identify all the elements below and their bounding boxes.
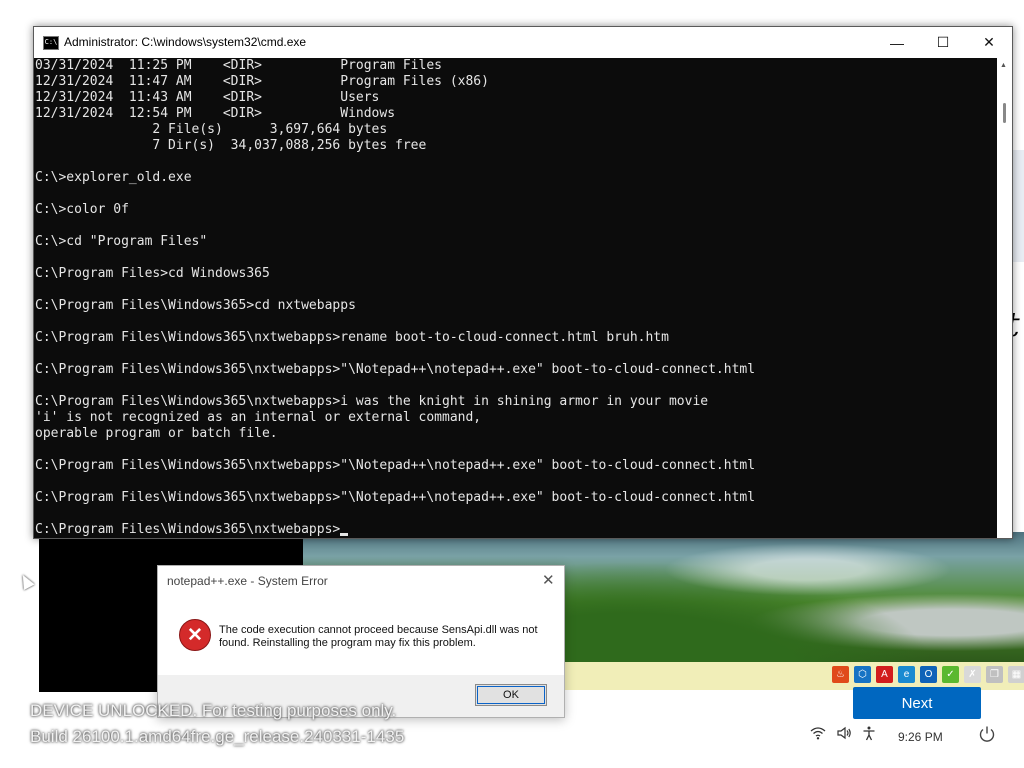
console-line: 12/31/2024 11:43 AM <DIR> Users bbox=[35, 90, 380, 105]
console-prompt-text: C:\Program Files\Windows365\nxtwebapps> bbox=[35, 522, 341, 537]
cmd-app-icon: C:\ bbox=[43, 36, 59, 50]
dialog-title: notepad++.exe - System Error bbox=[167, 574, 328, 588]
dialog-close-icon[interactable]: ✕ bbox=[542, 571, 555, 589]
dialog-message: The code execution cannot proceed becaus… bbox=[219, 624, 538, 649]
ie-icon[interactable]: e bbox=[898, 666, 915, 683]
cmd-scrollbar[interactable]: ▲ bbox=[997, 58, 1012, 538]
tray-icons: ♨ ⬡ Ae O ✓ ✗ ❐ ▦ bbox=[832, 666, 1024, 683]
minimize-button[interactable]: — bbox=[874, 27, 920, 58]
x-window-icon[interactable]: ✗ bbox=[964, 666, 981, 683]
console-line: 2 File(s) 3,697,664 bytes bbox=[35, 122, 388, 137]
close-button[interactable]: ✕ bbox=[966, 27, 1012, 58]
console-prompt[interactable]: C:\Program Files\Windows365\nxtwebapps> bbox=[35, 522, 995, 538]
acrobat-icon[interactable]: A bbox=[876, 666, 893, 683]
console-line: operable program or batch file. bbox=[35, 426, 278, 441]
console-line: 03/31/2024 11:25 PM <DIR> Program Files bbox=[35, 58, 442, 73]
app-orange-icon[interactable]: ♨ bbox=[832, 666, 849, 683]
copy-icon[interactable]: ❐ bbox=[986, 666, 1003, 683]
cmd-titlebar[interactable]: C:\ Administrator: C:\windows\system32\c… bbox=[34, 27, 1012, 58]
maximize-button[interactable]: ☐ bbox=[920, 27, 966, 58]
grid-icon[interactable]: ▦ bbox=[1008, 666, 1024, 683]
text-cursor bbox=[340, 533, 349, 536]
scroll-up-arrow-icon[interactable]: ▲ bbox=[1000, 62, 1007, 69]
system-error-dialog[interactable]: notepad++.exe - System Error ✕ ✕ The cod… bbox=[157, 565, 565, 718]
power-icon[interactable] bbox=[978, 725, 996, 748]
scroll-thumb[interactable] bbox=[1003, 103, 1006, 123]
console-line: C:\Program Files\Windows365>cd nxtwebapp… bbox=[35, 298, 356, 313]
console-line: C:\>cd "Program Files" bbox=[35, 234, 208, 249]
cmd-window-title: Administrator: C:\windows\system32\cmd.e… bbox=[64, 35, 307, 49]
accessibility-icon[interactable] bbox=[862, 726, 876, 744]
outlook-icon[interactable]: O bbox=[920, 666, 937, 683]
cmd-window[interactable]: C:\ Administrator: C:\windows\system32\c… bbox=[33, 26, 1013, 539]
screen-frame: t ♨⬡AeO✓✗❐▦ C:\ Administrator: C:\window… bbox=[0, 0, 1024, 768]
console-line: 7 Dir(s) 34,037,088,256 bytes free bbox=[35, 138, 427, 153]
console-line: C:\Program Files\Windows365\nxtwebapps>i… bbox=[35, 394, 709, 409]
console-line: 12/31/2024 11:47 AM <DIR> Program Files … bbox=[35, 74, 489, 89]
console-line: C:\>explorer_old.exe bbox=[35, 170, 192, 185]
clock: 9:26 PM bbox=[898, 730, 943, 744]
checkmark-icon[interactable]: ✓ bbox=[942, 666, 959, 683]
next-button[interactable]: Next bbox=[853, 687, 981, 719]
cmd-console-output[interactable]: 03/31/2024 11:25 PM <DIR> Program Files 1… bbox=[34, 58, 995, 538]
console-line: 'i' is not recognized as an internal or … bbox=[35, 410, 482, 425]
watermark-line-2: Build 26100.1.amd64fre.ge_release.240331… bbox=[30, 727, 405, 746]
console-line: C:\>color 0f bbox=[35, 202, 129, 217]
console-line: C:\Program Files>cd Windows365 bbox=[35, 266, 270, 281]
edge-icon[interactable]: ⬡ bbox=[854, 666, 871, 683]
console-line: C:\Program Files\Windows365\nxtwebapps>"… bbox=[35, 490, 756, 505]
console-line: C:\Program Files\Windows365\nxtwebapps>"… bbox=[35, 362, 756, 377]
wifi-icon[interactable] bbox=[810, 726, 826, 744]
status-icons bbox=[810, 726, 876, 744]
ok-button[interactable]: OK bbox=[475, 684, 547, 706]
console-line: 12/31/2024 12:54 PM <DIR> Windows bbox=[35, 106, 396, 121]
console-line: C:\Program Files\Windows365\nxtwebapps>"… bbox=[35, 458, 756, 473]
console-line: C:\Program Files\Windows365\nxtwebapps>r… bbox=[35, 330, 669, 345]
watermark-line-1: DEVICE UNLOCKED. For testing purposes on… bbox=[30, 701, 397, 720]
volume-icon[interactable] bbox=[836, 726, 852, 744]
error-icon: ✕ bbox=[179, 619, 211, 651]
